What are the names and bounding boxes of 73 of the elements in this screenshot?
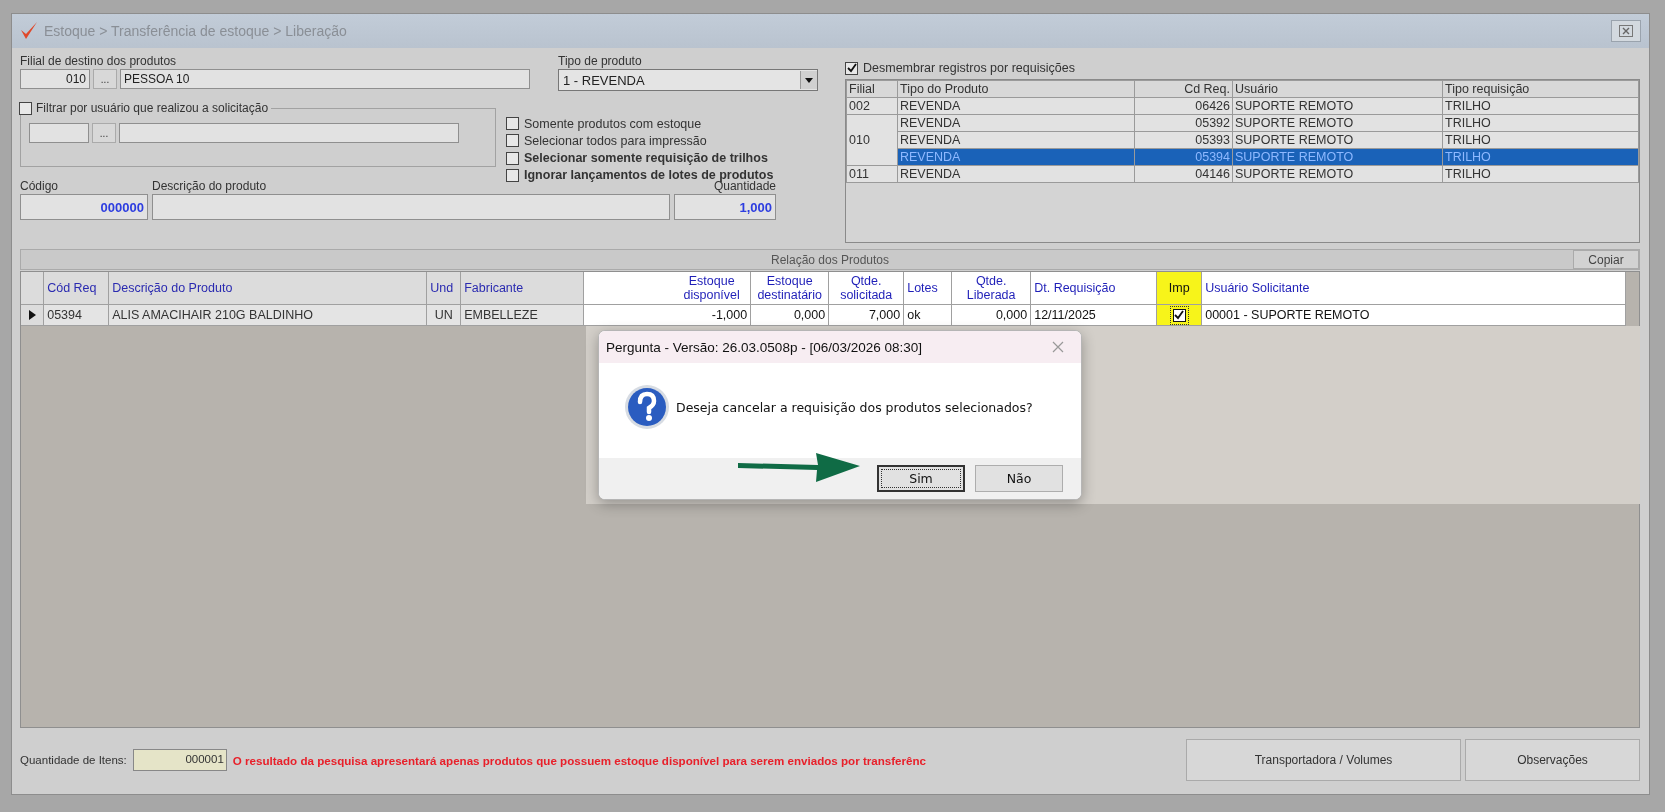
table-cell: 00001 - SUPORTE REMOTO [1202,305,1627,326]
column-header[interactable]: Usuário [1232,80,1443,98]
checkbox-label: Selecionar todos para impressão [524,133,707,148]
browse-button[interactable]: ... [92,123,116,143]
dialog-message: Deseja cancelar a requisição dos produtos selecionados? [676,399,1033,415]
column-header[interactable]: Fabricante [461,272,585,305]
code-field[interactable]: 010 [20,69,90,89]
column-header[interactable]: Imp [1157,272,1203,305]
checkbox-label: Filtrar por usuário que realizou a solicitação [36,101,269,115]
column-header[interactable]: Descrição do Produto [109,272,428,305]
checkbox-label: Selecionar somente requisição de trilhos [524,151,768,166]
table-cell: UN [427,305,462,326]
product-type-dropdown[interactable]: 1 - REVENDA [558,69,818,91]
column-header[interactable]: Und [427,272,462,305]
checkbox[interactable] [845,61,858,75]
description-field[interactable] [152,194,670,220]
field-label: Tipo de produto [558,54,643,69]
checkbox[interactable] [506,151,519,165]
section-title: Relação dos Produtos [770,252,890,267]
footer-button[interactable]: Observações [1465,739,1640,781]
footer-button[interactable]: Transportadora / Volumes [1186,739,1461,781]
column-header[interactable]: Estoque disponível [673,272,752,305]
column-header[interactable]: Usuário Solicitante [1202,272,1627,305]
user-code-field[interactable] [29,123,89,143]
table-cell: EMBELLEZE [461,305,585,326]
checkbox[interactable] [506,168,519,182]
column-header[interactable]: Estoque destinatário [751,272,830,305]
column-header[interactable]: Cd Req. [1134,80,1233,98]
code-field[interactable]: 000000 [20,194,148,220]
checkbox-label: Somente produtos com estoque [524,116,702,131]
table-cell: -1,000 [673,305,752,326]
table-cell: 12/11/2025 [1031,305,1158,326]
close-button[interactable] [1611,20,1641,42]
checkbox[interactable] [19,101,32,115]
count-field: 000001 [132,749,227,771]
name-field[interactable]: PESSOA 10 [120,69,530,89]
row-selector-cell[interactable] [21,305,45,326]
table-cell: 7,000 [829,305,905,326]
column-header[interactable]: Qtde. solicitada [829,272,905,305]
checkbox-label: Desmembrar registros por requisições [863,61,1075,75]
dropdown-arrow-icon [805,77,813,83]
close-icon[interactable] [1619,25,1633,37]
column-header[interactable]: Dt. Requisição [1031,272,1158,305]
quantity-field[interactable]: 1,000 [674,194,776,220]
column-header[interactable]: Filial [846,80,898,98]
table-cell: 0,000 [952,305,1032,326]
warning-text: O resultado da pesquisa apresentará apenas produtos que possuem estoque disponível para serem enviados por transferênc [232,753,927,767]
column-header[interactable]: Qtde. Liberada [952,272,1032,305]
count-label: Quantidade de Itens: [20,754,127,766]
column-header[interactable]: Tipo do Produto [897,80,1135,98]
checkbox[interactable] [506,134,519,148]
question-icon [624,384,670,430]
field-label: Filial de destino dos produtos [20,54,178,69]
table-cell: 0,000 [751,305,830,326]
corner-cell [21,272,45,305]
dialog-button[interactable]: Não [975,465,1063,492]
dialog-button[interactable]: Sim [877,465,965,492]
copy-button[interactable]: Copiar [1573,250,1639,269]
browse-button[interactable]: ... [93,69,117,89]
checkbox[interactable] [506,117,519,131]
user-name-field[interactable] [119,123,459,143]
column-header[interactable]: Lotes [904,272,953,305]
field-label: Código [20,179,60,194]
table-cell: 05394 [44,305,110,326]
field-label: Descrição do produto [152,179,268,194]
window-title: Estoque > Transferência de estoque > Liberação [44,23,347,39]
table-cell: 010 [846,114,898,166]
table-cell: ok [904,305,953,326]
column-header[interactable]: Cód Req [44,272,110,305]
dialog-title: Pergunta - Versão: 26.03.0508p - [06/03/2026 08:30] [606,339,922,355]
checkbox[interactable] [1172,308,1186,322]
column-header[interactable]: Tipo requisição [1442,80,1639,98]
table-cell: ALIS AMACIHAIR 210G BALDINHO [109,305,428,326]
